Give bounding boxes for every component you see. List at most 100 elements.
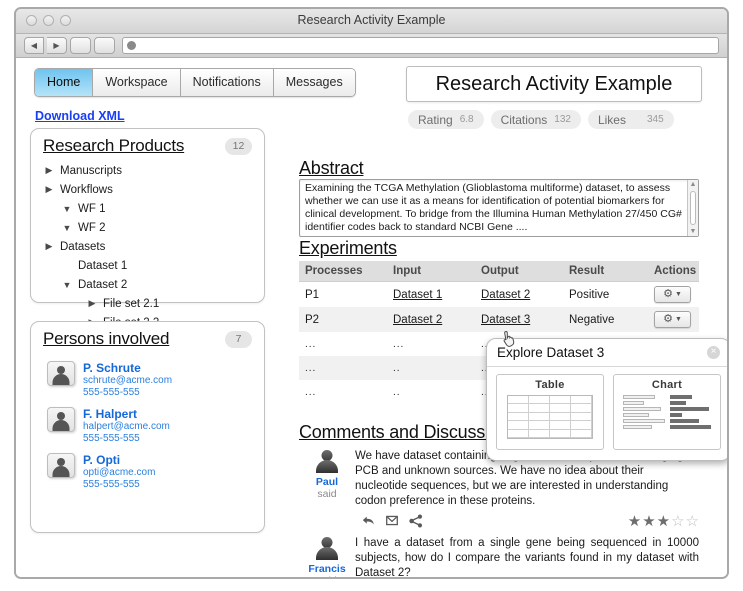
tab-messages[interactable]: Messages: [273, 69, 355, 96]
tree-item-manuscripts[interactable]: ▶ Manuscripts: [31, 161, 264, 180]
likes-badge-label: Likes: [597, 112, 626, 127]
scroll-down-icon[interactable]: ▼: [688, 227, 698, 236]
page-title: Research Activity Example: [406, 66, 702, 102]
likes-badge[interactable]: Likes 345: [587, 110, 674, 129]
tree-item-label: Dataset 2: [78, 278, 128, 291]
tab-notifications[interactable]: Notifications: [180, 69, 274, 96]
comment-body-text: I have a dataset from a single gene bein…: [355, 536, 699, 577]
tree-item-label: Datasets: [60, 240, 106, 253]
toolbar-button-4[interactable]: [94, 37, 115, 54]
disclosure-triangle-icon[interactable]: ▼: [61, 223, 73, 233]
disclosure-triangle-icon[interactable]: ▶: [86, 298, 98, 309]
tree-item-file-set-2-1[interactable]: ▶ File set 2.1: [31, 294, 264, 313]
star-filled-icon[interactable]: ★: [628, 514, 641, 529]
cell-input: ...: [387, 332, 475, 356]
scrollbar-thumb[interactable]: [690, 191, 696, 225]
gear-icon: ⚙: [663, 288, 673, 300]
reply-icon[interactable]: [361, 514, 376, 528]
abstract-textbox[interactable]: Examining the TCGA Methylation (Glioblas…: [299, 179, 699, 237]
tree-item-workflows[interactable]: ▶ Workflows: [31, 180, 264, 199]
comment-rating-stars[interactable]: ★ ★ ★ ☆ ☆: [628, 514, 699, 529]
citations-badge-label: Citations: [500, 112, 548, 127]
share-icon[interactable]: [409, 514, 424, 528]
person-phone[interactable]: 555-555-555: [83, 433, 170, 445]
column-header-actions: Actions: [648, 261, 699, 282]
persons-list: P. Schrute schrute@acme.com 555-555-555 …: [31, 352, 264, 491]
cell-process: P2: [299, 307, 387, 332]
person-name[interactable]: P. Opti: [83, 453, 155, 467]
persons-involved-panel: Persons involved 7 P. Schrute schrute@ac…: [30, 321, 265, 533]
tree-item-dataset-2[interactable]: ▼ Dataset 2: [31, 275, 264, 294]
actions-gear-dropdown[interactable]: ⚙ ▼: [654, 311, 691, 328]
cell-result: Negative: [563, 307, 648, 332]
toolbar-button-3[interactable]: [70, 37, 91, 54]
abstract-scrollbar[interactable]: ▲ ▼: [687, 180, 698, 236]
link-output-dataset[interactable]: Dataset 2: [481, 289, 530, 301]
citations-badge-value: 132: [554, 114, 571, 125]
column-header-result: Result: [563, 261, 648, 282]
person-name[interactable]: P. Schrute: [83, 361, 172, 375]
person-card[interactable]: P. Opti opti@acme.com 555-555-555: [47, 453, 264, 491]
page-content: Home Workspace Notifications Messages Do…: [16, 58, 727, 577]
popup-option-chart[interactable]: Chart: [613, 374, 721, 450]
tab-home[interactable]: Home: [35, 69, 94, 96]
scroll-up-icon[interactable]: ▲: [688, 180, 698, 189]
forward-button[interactable]: ▶: [47, 37, 67, 54]
table-header-row: Processes Input Output Result Actions: [299, 261, 699, 282]
download-xml-link[interactable]: Download XML: [35, 109, 125, 123]
comment-author-block: Paul said: [299, 446, 355, 531]
chevron-down-icon: ▼: [674, 291, 682, 298]
star-empty-icon[interactable]: ☆: [671, 514, 684, 529]
person-name[interactable]: F. Halpert: [83, 407, 170, 421]
cell-process: P1: [299, 281, 387, 307]
popup-header: Explore Dataset 3 ×: [487, 339, 727, 367]
address-bar[interactable]: [122, 37, 719, 54]
disclosure-triangle-icon[interactable]: ▶: [43, 241, 55, 252]
person-email[interactable]: schrute@acme.com: [83, 375, 172, 387]
comment-author-name[interactable]: Francis: [299, 563, 355, 575]
browser-toolbar: ◀ ▶: [16, 34, 727, 58]
comment-action-icons: [355, 514, 424, 528]
disclosure-triangle-icon[interactable]: ▶: [43, 184, 55, 195]
star-filled-icon[interactable]: ★: [642, 514, 655, 529]
person-phone[interactable]: 555-555-555: [83, 479, 155, 491]
comments-heading: Comments and Discussion: [299, 422, 509, 442]
link-input-dataset[interactable]: Dataset 1: [393, 289, 442, 301]
star-empty-icon[interactable]: ☆: [686, 514, 699, 529]
link-output-dataset[interactable]: Dataset 3: [481, 314, 530, 326]
star-filled-icon[interactable]: ★: [657, 514, 670, 529]
column-header-output: Output: [475, 261, 563, 282]
mail-icon[interactable]: [385, 514, 400, 528]
research-products-count: 12: [225, 137, 252, 155]
cell-result: Positive: [563, 281, 648, 307]
popup-option-table[interactable]: Table: [496, 374, 604, 450]
disclosure-triangle-icon[interactable]: ▼: [61, 280, 73, 290]
table-row[interactable]: P2 Dataset 2 Dataset 3 Negative ⚙ ▼: [299, 307, 699, 332]
tree-item-label: File set 2.1: [103, 297, 160, 310]
table-row[interactable]: P1 Dataset 1 Dataset 2 Positive ⚙ ▼: [299, 281, 699, 307]
comments-list: Paul said We have dataset containing lar…: [299, 446, 699, 577]
disclosure-triangle-icon[interactable]: ▼: [61, 204, 73, 214]
tree-item-dataset-1[interactable]: Dataset 1: [31, 256, 264, 275]
actions-gear-dropdown[interactable]: ⚙ ▼: [654, 286, 691, 303]
comment-actions-row: ★ ★ ★ ☆ ☆: [355, 511, 699, 531]
rating-badge[interactable]: Rating 6.8: [408, 110, 484, 129]
avatar: [314, 449, 340, 475]
disclosure-triangle-icon[interactable]: ▶: [43, 165, 55, 176]
comment-author-name[interactable]: Paul: [299, 476, 355, 488]
person-card[interactable]: F. Halpert halpert@acme.com 555-555-555: [47, 407, 264, 445]
rating-badge-label: Rating: [418, 112, 453, 127]
tab-workspace[interactable]: Workspace: [93, 69, 181, 96]
close-icon[interactable]: ×: [707, 346, 720, 359]
comment-dataset-link[interactable]: Dataset 2: [355, 567, 404, 577]
person-email[interactable]: halpert@acme.com: [83, 421, 170, 433]
tree-item-datasets[interactable]: ▶ Datasets: [31, 237, 264, 256]
person-phone[interactable]: 555-555-555: [83, 387, 172, 399]
link-input-dataset[interactable]: Dataset 2: [393, 314, 442, 326]
person-card[interactable]: P. Schrute schrute@acme.com 555-555-555: [47, 361, 264, 399]
back-button[interactable]: ◀: [24, 37, 44, 54]
tree-item-wf-1[interactable]: ▼ WF 1: [31, 199, 264, 218]
tree-item-wf-2[interactable]: ▼ WF 2: [31, 218, 264, 237]
person-email[interactable]: opti@acme.com: [83, 467, 155, 479]
citations-badge[interactable]: Citations 132: [490, 110, 581, 129]
